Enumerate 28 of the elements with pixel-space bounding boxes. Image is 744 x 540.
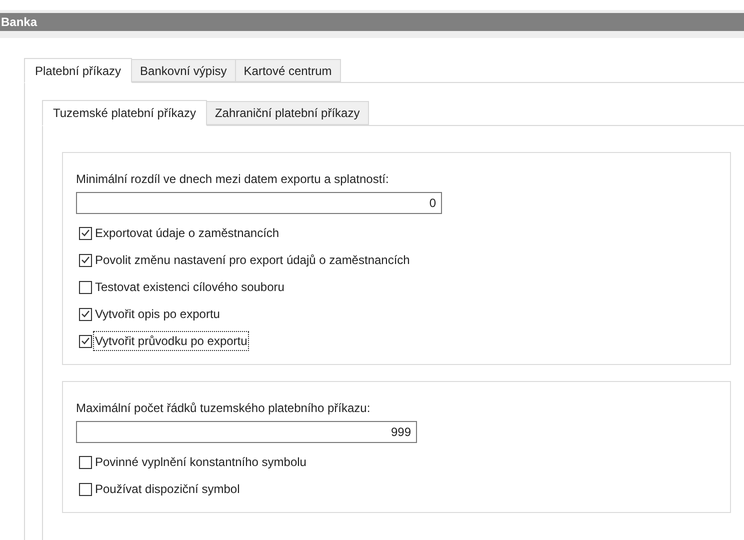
checkmark-icon (81, 256, 90, 264)
tab[interactable]: Kartové centrum (236, 59, 341, 82)
checkbox-label: Exportovat údaje o zaměstnancích (94, 225, 280, 242)
checkmark-icon (81, 310, 90, 318)
checkbox[interactable] (79, 456, 92, 468)
checkbox-label: Vytvořit opis po exportu (94, 306, 221, 323)
tab[interactable]: Bankovní výpisy (132, 59, 236, 82)
field-label: Minimální rozdíl ve dnech mezi datem exportu a splatností: (76, 171, 390, 188)
checkbox-label: Vytvořit průvodku po exportu (94, 332, 248, 350)
input-field[interactable]: 0 (76, 192, 442, 214)
checkbox-label: Používat dispoziční symbol (94, 481, 241, 498)
checkbox-label: Povinné vyplnění konstantního symbolu (94, 454, 308, 471)
checkbox[interactable] (79, 308, 92, 320)
tab[interactable]: Zahraniční platební příkazy (206, 101, 369, 125)
checkbox[interactable] (79, 280, 92, 294)
checkmark-icon (81, 337, 90, 345)
checkbox-label: Povolit změnu nastavení pro export údajů o zaměstnancích (94, 252, 411, 269)
checkmark-icon (81, 229, 90, 237)
window-title: Banka (1, 14, 38, 31)
checkbox-label: Testovat existenci cílového souboru (94, 279, 286, 296)
checkbox[interactable] (79, 254, 92, 266)
input-field[interactable]: 999 (76, 421, 417, 443)
checkbox[interactable] (79, 482, 92, 496)
tab[interactable]: Platební příkazy (24, 58, 132, 83)
tab[interactable]: Tuzemské platební příkazy (42, 100, 207, 126)
field-label: Maximální počet řádků tuzemského platebního příkazu: (76, 400, 372, 417)
checkbox[interactable] (79, 334, 92, 348)
checkbox[interactable] (79, 226, 92, 240)
